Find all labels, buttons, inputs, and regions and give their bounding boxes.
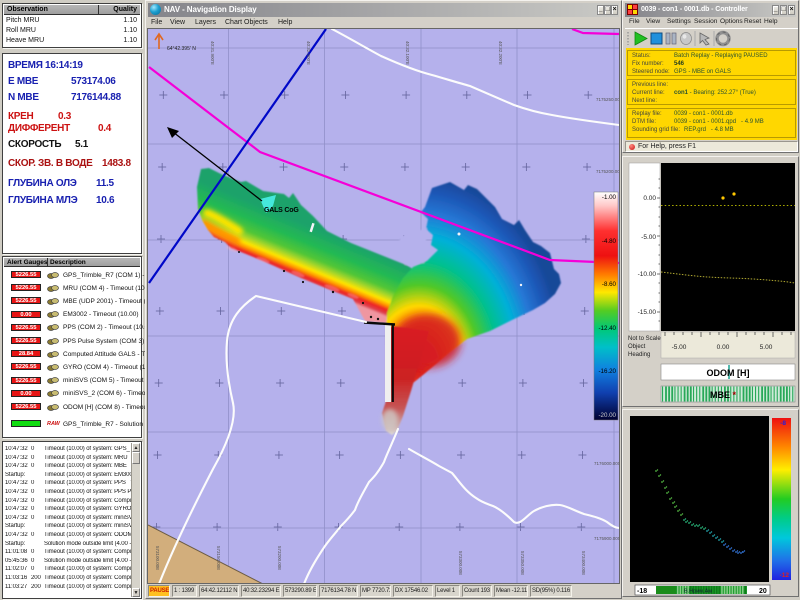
svg-text:-16.20: -16.20 <box>598 368 616 375</box>
svg-text:40:32.100'E: 40:32.100'E <box>405 41 410 65</box>
svg-text:573400.00E: 573400.00E <box>581 551 586 575</box>
svg-text:-10.00: -10.00 <box>638 271 657 278</box>
svg-text:7175250.000N: 7175250.000N <box>596 97 619 102</box>
svg-text:40:32.000'E: 40:32.000'E <box>306 41 311 65</box>
svg-text:-1.00: -1.00 <box>602 194 617 201</box>
svg-text:7175200.000N: 7175200.000N <box>596 169 619 174</box>
svg-text:573350.00E: 573350.00E <box>520 551 525 575</box>
svg-text:-8: -8 <box>780 420 786 427</box>
svg-text:GALS CoG: GALS CoG <box>264 207 299 214</box>
svg-text:-18: -18 <box>637 588 647 595</box>
svg-text:В.Нрим.Ам: В.Нрим.Ам <box>684 589 712 595</box>
svg-text:Object: Object <box>628 344 646 350</box>
svg-text:573100.00E: 573100.00E <box>155 546 160 570</box>
svg-text:-15.00: -15.00 <box>638 309 657 316</box>
svg-text:-8.60: -8.60 <box>602 281 617 288</box>
svg-text:-20.00: -20.00 <box>598 412 616 419</box>
svg-text:ODOM [H]: ODOM [H] <box>707 368 750 378</box>
svg-text:MBE *: MBE * <box>710 390 737 400</box>
svg-text:573300.00E: 573300.00E <box>458 551 463 575</box>
svg-text:-5.00: -5.00 <box>641 234 656 241</box>
svg-text:Heading: Heading <box>628 352 650 358</box>
svg-text:20: 20 <box>759 588 767 595</box>
svg-text:-12: -12 <box>780 572 790 579</box>
svg-text:7175900.000N: 7175900.000N <box>594 536 619 541</box>
svg-text:573200.00E: 573200.00E <box>277 546 282 570</box>
svg-text:64°42.395' N: 64°42.395' N <box>167 46 196 52</box>
svg-text:40:32.200'E: 40:32.200'E <box>498 41 503 65</box>
svg-text:5.00: 5.00 <box>760 344 773 351</box>
svg-text:0.00: 0.00 <box>643 195 656 202</box>
svg-text:573150.00E: 573150.00E <box>216 546 221 570</box>
svg-text:0.00: 0.00 <box>717 344 730 351</box>
svg-text:7176000.000N: 7176000.000N <box>594 461 619 466</box>
svg-text:-4.80: -4.80 <box>602 238 617 245</box>
svg-text:-5.00: -5.00 <box>672 344 687 351</box>
svg-text:40:31.900'E: 40:31.900'E <box>210 41 215 65</box>
svg-text:-12.40: -12.40 <box>598 325 616 332</box>
svg-text:Not to Scale: Not to Scale <box>628 336 661 342</box>
